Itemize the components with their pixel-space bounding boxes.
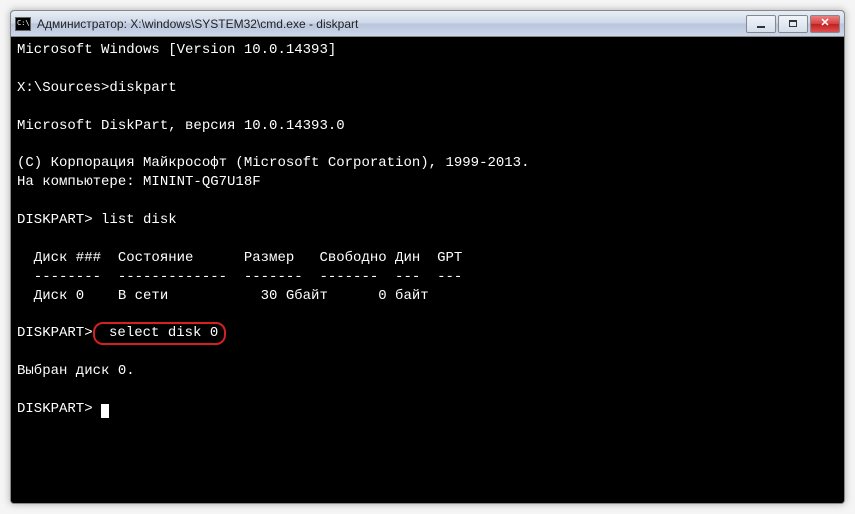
prompt: DISKPART> [17, 325, 93, 341]
window-controls: ✕ [746, 15, 840, 33]
highlighted-command: select disk 0 [93, 322, 227, 345]
prompt: X:\Sources> [17, 80, 109, 96]
maximize-button[interactable] [778, 15, 808, 33]
minimize-icon [757, 26, 765, 28]
close-icon: ✕ [820, 18, 829, 29]
titlebar[interactable]: Администратор: X:\windows\SYSTEM32\cmd.e… [11, 11, 844, 37]
output-line: (C) Корпорация Майкрософт (Microsoft Cor… [17, 155, 529, 171]
terminal-output[interactable]: Microsoft Windows [Version 10.0.14393] X… [11, 37, 844, 503]
command [93, 401, 101, 417]
cmd-window: Администратор: X:\windows\SYSTEM32\cmd.e… [10, 10, 845, 504]
close-button[interactable]: ✕ [810, 15, 840, 33]
maximize-icon [789, 20, 797, 27]
output-line: На компьютере: MININT-QG7U18F [17, 174, 261, 190]
command: list disk [93, 212, 177, 228]
window-title: Администратор: X:\windows\SYSTEM32\cmd.e… [37, 17, 746, 31]
prompt: DISKPART> [17, 212, 93, 228]
prompt: DISKPART> [17, 401, 93, 417]
command: diskpart [109, 80, 176, 96]
output-line: Microsoft Windows [Version 10.0.14393] [17, 42, 336, 58]
minimize-button[interactable] [746, 15, 776, 33]
cursor [101, 404, 109, 418]
table-divider: -------- ------------- ------- ------- -… [17, 269, 462, 285]
output-line: Microsoft DiskPart, версия 10.0.14393.0 [17, 118, 345, 134]
table-header: Диск ### Состояние Размер Свободно Дин G… [17, 250, 462, 266]
cmd-icon [15, 17, 31, 31]
table-row: Диск 0 В сети 30 Gбайт 0 байт [17, 288, 429, 304]
output-line: Выбран диск 0. [17, 363, 135, 379]
